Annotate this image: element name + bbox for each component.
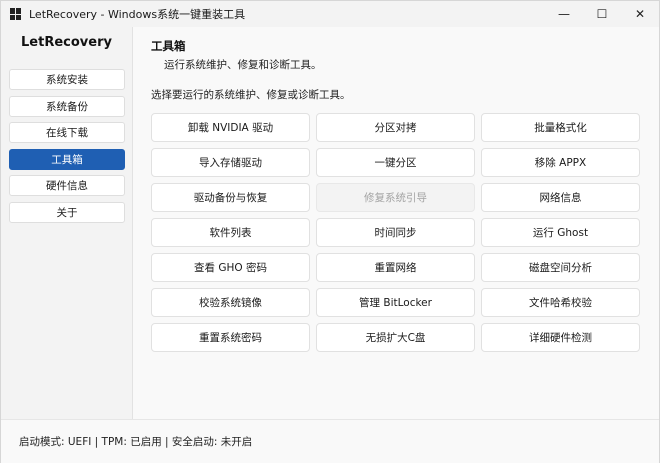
partition-copy-button[interactable]: 分区对拷 — [316, 113, 475, 142]
app-icon — [10, 8, 22, 20]
page-title: 工具箱 — [151, 39, 186, 53]
minimize-button[interactable]: — — [545, 1, 583, 27]
main-panel: 工具箱 运行系统维护、修复和诊断工具。 选择要运行的系统维护、修复或诊断工具。 … — [133, 27, 659, 419]
status-bar: 启动模式: UEFI | TPM: 已启用 | 安全启动: 未开启 — [1, 419, 659, 463]
file-hash-check-button[interactable]: 文件哈希校验 — [481, 288, 640, 317]
network-info-button[interactable]: 网络信息 — [481, 183, 640, 212]
remove-appx-button[interactable]: 移除 APPX — [481, 148, 640, 177]
sidebar-item-about[interactable]: 关于 — [9, 201, 125, 223]
window-title: LetRecovery - Windows系统一键重装工具 — [29, 8, 246, 21]
driver-backup-restore-button[interactable]: 驱动备份与恢复 — [151, 183, 310, 212]
detailed-hardware-detect-button[interactable]: 详细硬件检测 — [481, 323, 640, 352]
one-click-partition-button[interactable]: 一键分区 — [316, 148, 475, 177]
page-description: 运行系统维护、修复和诊断工具。 — [164, 59, 322, 71]
manage-bitlocker-button[interactable]: 管理 BitLocker — [316, 288, 475, 317]
repair-boot-button: 修复系统引导 — [316, 183, 475, 212]
sidebar-item-hardware-info[interactable]: 硬件信息 — [9, 175, 125, 196]
verify-system-image-button[interactable]: 校验系统镜像 — [151, 288, 310, 317]
sidebar-nav: 系统安装 系统备份 在线下载 工具箱 硬件信息 关于 — [9, 69, 125, 228]
extend-c-drive-button[interactable]: 无损扩大C盘 — [316, 323, 475, 352]
reset-network-button[interactable]: 重置网络 — [316, 253, 475, 282]
reset-system-password-button[interactable]: 重置系统密码 — [151, 323, 310, 352]
sidebar-item-system-backup[interactable]: 系统备份 — [9, 95, 125, 117]
import-storage-driver-button[interactable]: 导入存储驱动 — [151, 148, 310, 177]
batch-format-button[interactable]: 批量格式化 — [481, 113, 640, 142]
window-controls: — ☐ ✕ — [545, 1, 659, 27]
close-button[interactable]: ✕ — [621, 1, 659, 27]
tool-prompt: 选择要运行的系统维护、修复或诊断工具。 — [151, 89, 351, 101]
sidebar-item-toolbox[interactable]: 工具箱 — [9, 148, 125, 170]
software-list-button[interactable]: 软件列表 — [151, 218, 310, 247]
tool-grid: 卸载 NVIDIA 驱动 分区对拷 批量格式化 导入存储驱动 一键分区 移除 A… — [151, 113, 641, 352]
app-brand: LetRecovery — [21, 35, 112, 50]
view-gho-password-button[interactable]: 查看 GHO 密码 — [151, 253, 310, 282]
uninstall-nvidia-driver-button[interactable]: 卸载 NVIDIA 驱动 — [151, 113, 310, 142]
sidebar: LetRecovery 系统安装 系统备份 在线下载 工具箱 硬件信息 关于 — [1, 27, 133, 419]
run-ghost-button[interactable]: 运行 Ghost — [481, 218, 640, 247]
disk-space-analysis-button[interactable]: 磁盘空间分析 — [481, 253, 640, 282]
sidebar-item-system-install[interactable]: 系统安装 — [9, 69, 125, 90]
boot-status-text: 启动模式: UEFI | TPM: 已启用 | 安全启动: 未开启 — [19, 436, 253, 448]
time-sync-button[interactable]: 时间同步 — [316, 218, 475, 247]
app-window: LetRecovery - Windows系统一键重装工具 — ☐ ✕ LetR… — [0, 0, 660, 463]
maximize-button[interactable]: ☐ — [583, 1, 621, 27]
title-bar[interactable]: LetRecovery - Windows系统一键重装工具 — ☐ ✕ — [1, 1, 659, 27]
sidebar-item-online-download[interactable]: 在线下载 — [9, 122, 125, 143]
